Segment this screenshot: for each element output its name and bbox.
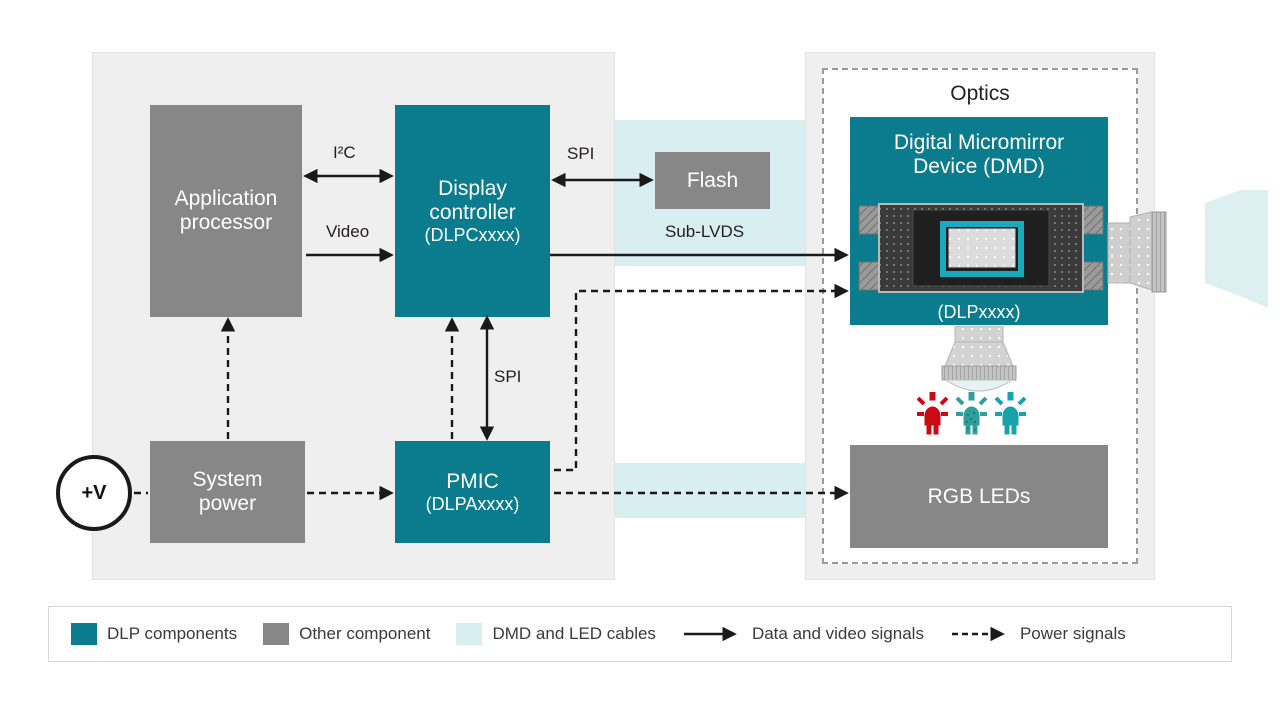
legend-item-other-component: Other component bbox=[263, 623, 430, 645]
application-processor-line2: processor bbox=[179, 211, 273, 234]
diagram-canvas: Optics Application processor Display con… bbox=[0, 0, 1280, 720]
legend-label-data-signals: Data and video signals bbox=[751, 624, 924, 643]
flash-label: Flash bbox=[686, 168, 739, 192]
legend-swatch-dlp bbox=[71, 623, 97, 645]
legend-label-cables: DMD and LED cables bbox=[492, 624, 656, 643]
legend-swatch-cables bbox=[456, 623, 483, 645]
rgb-leds-label: RGB LEDs bbox=[927, 484, 1031, 508]
led-red-icon bbox=[917, 392, 949, 435]
label-sub-lvds: Sub-LVDS bbox=[665, 222, 745, 241]
optics-title: Optics bbox=[950, 82, 1010, 105]
legend-item-dlp-components: DLP components bbox=[71, 623, 237, 645]
dmd-part: (DLPxxxx) bbox=[937, 302, 1021, 323]
legend-swatch-other bbox=[263, 623, 290, 645]
legend-label-dlp: DLP components bbox=[107, 624, 238, 643]
legend-label-other: Other component bbox=[299, 624, 431, 643]
block-system-power[interactable]: System power bbox=[150, 441, 305, 543]
legend-dashed-arrow-icon bbox=[951, 627, 1005, 641]
led-cable-band bbox=[613, 463, 808, 518]
illumination-optics-graphic bbox=[941, 326, 1017, 392]
block-display-controller[interactable]: Display controller (DLPCxxxx) bbox=[395, 105, 550, 317]
block-rgb-leds[interactable]: RGB LEDs bbox=[850, 445, 1108, 548]
application-processor-line1: Application bbox=[174, 187, 278, 211]
power-source-plus-v[interactable]: +V bbox=[56, 455, 132, 531]
projection-lens-graphic bbox=[1107, 190, 1268, 308]
label-spi-pmic: SPI bbox=[494, 367, 522, 386]
led-blue-icon bbox=[994, 392, 1027, 435]
pmic-part: (DLPAxxxx) bbox=[425, 493, 520, 514]
block-flash[interactable]: Flash bbox=[655, 152, 770, 209]
legend-item-data-signals: Data and video signals bbox=[682, 624, 924, 644]
dmd-line1: Digital Micromirror bbox=[893, 131, 1065, 154]
block-pmic[interactable]: PMIC (DLPAxxxx) bbox=[395, 441, 550, 543]
legend: DLP components Other component DMD and L… bbox=[48, 606, 1232, 662]
legend-label-power-signals: Power signals bbox=[1019, 624, 1126, 643]
legend-item-power-signals: Power signals bbox=[950, 624, 1126, 644]
power-source-label: +V bbox=[81, 481, 107, 504]
system-power-line1: System bbox=[192, 468, 263, 492]
label-video: Video bbox=[326, 222, 370, 241]
dmd-chip-graphic bbox=[858, 203, 1104, 293]
led-green-icon bbox=[955, 392, 988, 435]
label-i2c: I²C bbox=[333, 143, 356, 162]
dmd-line2: Device (DMD) bbox=[913, 154, 1045, 178]
pmic-line1: PMIC bbox=[446, 469, 499, 493]
display-controller-line2: controller bbox=[429, 200, 516, 224]
label-spi-flash: SPI bbox=[567, 144, 595, 163]
legend-solid-arrow-icon bbox=[683, 627, 737, 641]
block-application-processor[interactable]: Application processor bbox=[150, 105, 302, 317]
dmd-part-number-wrap: (DLPxxxx) bbox=[850, 300, 1108, 325]
legend-item-cables: DMD and LED cables bbox=[456, 623, 656, 645]
led-icons-group bbox=[917, 392, 1027, 435]
system-power-line2: power bbox=[198, 492, 257, 515]
display-controller-line1: Display bbox=[438, 176, 507, 200]
display-controller-part: (DLPCxxxx) bbox=[424, 224, 521, 245]
